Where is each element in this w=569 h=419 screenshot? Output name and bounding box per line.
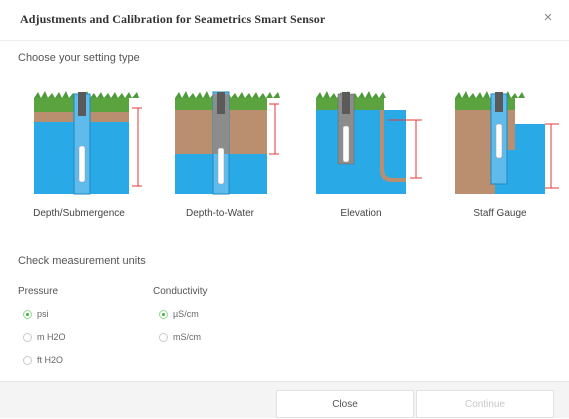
setting-type-heading: Choose your setting type: [18, 52, 140, 64]
calibration-dialog: Adjustments and Calibration for Seametri…: [0, 0, 569, 418]
close-icon[interactable]: ×: [539, 9, 557, 27]
close-button[interactable]: Close: [276, 390, 414, 418]
radio-label: psi: [37, 309, 49, 319]
continue-button[interactable]: Continue: [416, 390, 554, 418]
radio-label: µS/cm: [173, 309, 199, 319]
radio-label: mS/cm: [173, 332, 201, 342]
staff-gauge-illustration: [455, 91, 559, 194]
radio-label: m H2O: [37, 332, 66, 342]
radio-label: ft H2O: [37, 355, 64, 365]
dialog-header: Adjustments and Calibration for Seametri…: [0, 0, 569, 41]
setting-type-staff-gauge[interactable]: Staff Gauge: [430, 80, 569, 230]
depth-to-water-illustration: [175, 91, 280, 195]
elevation-illustration: [316, 91, 422, 194]
radio-checked-icon: [23, 310, 32, 319]
radio-unchecked-icon: [159, 333, 168, 342]
dialog-footer: Close Continue: [0, 381, 569, 418]
radio-checked-icon: [159, 310, 168, 319]
setting-type-options: Depth/Submergence Depth-to-Water Elevati…: [0, 80, 569, 230]
depth-submergence-illustration: [34, 91, 142, 195]
units-heading: Check measurement units: [18, 255, 146, 267]
setting-type-label: Depth-to-Water: [186, 208, 254, 219]
radio-unchecked-icon: [23, 356, 32, 365]
setting-type-label: Depth/Submergence: [33, 208, 125, 219]
conductivity-label: Conductivity: [153, 286, 208, 297]
setting-type-label: Elevation: [340, 208, 382, 219]
setting-type-depth-to-water[interactable]: Depth-to-Water: [150, 80, 290, 230]
dialog-title: Adjustments and Calibration for Seametri…: [20, 12, 326, 26]
radio-unchecked-icon: [23, 333, 32, 342]
setting-type-elevation[interactable]: Elevation: [291, 80, 431, 230]
setting-type-depth-submergence[interactable]: Depth/Submergence: [9, 80, 149, 230]
pressure-label: Pressure: [18, 286, 59, 297]
setting-type-label: Staff Gauge: [473, 208, 527, 219]
